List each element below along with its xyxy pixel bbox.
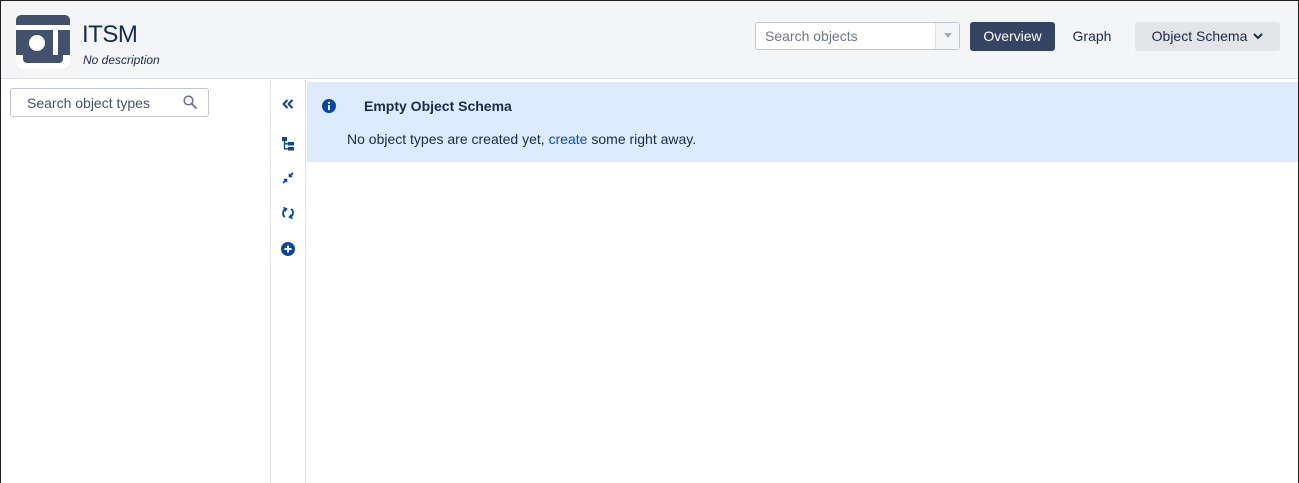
message-body-prefix: No object types are created yet, <box>347 131 549 147</box>
create-link[interactable]: create <box>549 131 588 147</box>
add-circle-icon[interactable] <box>280 241 296 257</box>
schema-description: No description <box>83 53 160 67</box>
schema-header: ITSM No description Overview Graph Objec… <box>1 1 1298 79</box>
empty-schema-message: Empty Object Schema No object types are … <box>307 82 1298 162</box>
chevron-down-icon <box>1253 23 1264 52</box>
refresh-icon[interactable] <box>280 205 296 221</box>
object-type-search[interactable] <box>10 88 209 117</box>
app-frame: ITSM No description Overview Graph Objec… <box>0 0 1299 483</box>
search-icon <box>183 95 197 109</box>
search-objects-field[interactable] <box>755 22 960 50</box>
compress-icon[interactable] <box>280 170 296 186</box>
schema-logo-icon <box>16 15 70 69</box>
object-type-search-input[interactable] <box>11 89 176 116</box>
object-schema-button[interactable]: Object Schema <box>1135 22 1280 51</box>
graph-button[interactable]: Graph <box>1061 22 1123 51</box>
search-objects-input[interactable] <box>756 23 936 49</box>
object-schema-label: Object Schema <box>1151 28 1248 44</box>
object-type-sidebar <box>1 80 271 483</box>
main-content: Empty Object Schema No object types are … <box>307 80 1298 483</box>
overview-button[interactable]: Overview <box>970 22 1055 51</box>
info-icon <box>322 99 336 113</box>
tool-column <box>271 80 306 483</box>
collapse-icon[interactable] <box>280 96 296 112</box>
schema-title: ITSM <box>82 21 138 48</box>
hierarchy-icon[interactable] <box>280 136 296 152</box>
message-title: Empty Object Schema <box>364 98 512 114</box>
search-dropdown-icon[interactable] <box>935 23 959 49</box>
message-body: No object types are created yet, create … <box>347 131 696 147</box>
message-body-suffix: some right away. <box>587 131 697 147</box>
